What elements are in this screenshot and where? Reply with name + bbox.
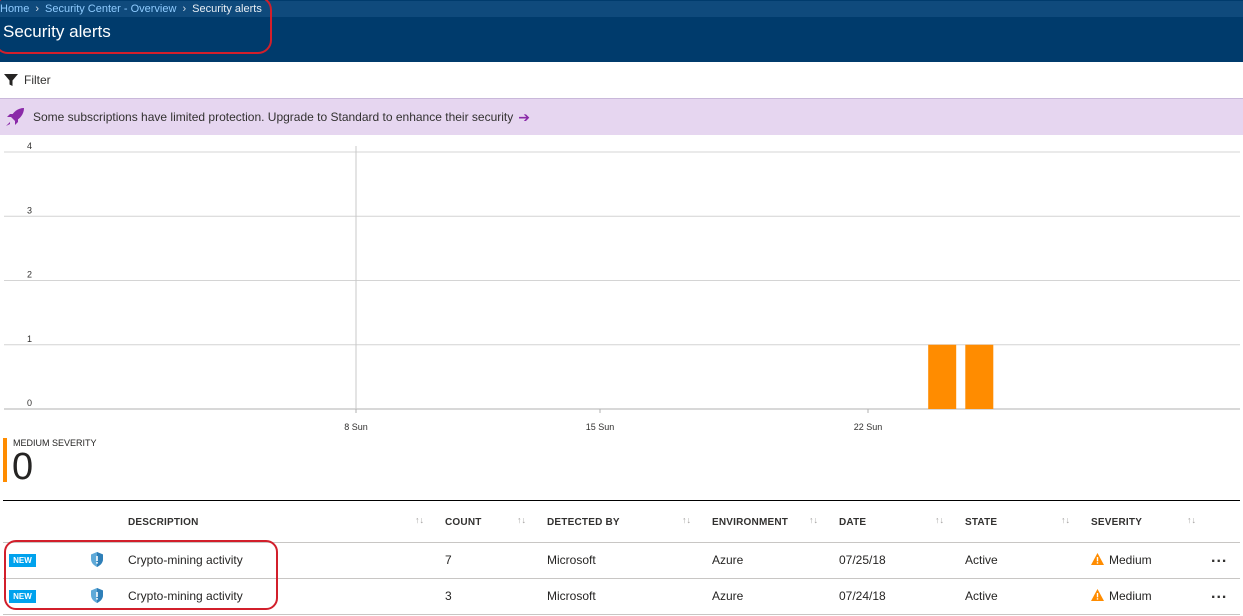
sort-icon[interactable]: ↑↓	[935, 515, 944, 525]
y-tick-label: 3	[27, 205, 32, 215]
table-row[interactable]: NEW Crypto-mining activity 7 Microsoft A…	[3, 543, 1240, 579]
column-header-state[interactable]: STATE	[965, 517, 997, 528]
column-header-detected-by[interactable]: DETECTED BY	[547, 517, 620, 528]
alert-bar[interactable]	[928, 344, 957, 409]
alert-count: 3	[445, 589, 452, 603]
y-tick-label: 4	[27, 141, 32, 151]
column-header-severity[interactable]: SEVERITY	[1091, 517, 1142, 528]
alert-state: Active	[965, 589, 998, 603]
table-row[interactable]: NEW Crypto-mining activity 3 Microsoft A…	[3, 579, 1240, 615]
table-header: DESCRIPTION ↑↓ COUNT ↑↓ DETECTED BY ↑↓ E…	[3, 501, 1240, 543]
rocket-icon	[6, 108, 24, 126]
y-tick-label: 1	[27, 334, 32, 344]
new-badge: NEW	[9, 590, 36, 603]
filter-icon	[4, 74, 18, 86]
alert-severity: Medium	[1109, 589, 1152, 603]
alert-count: 7	[445, 553, 452, 567]
x-tick-label: 8 Sun	[344, 422, 368, 432]
alert-detected-by: Microsoft	[547, 589, 596, 603]
sort-icon[interactable]: ↑↓	[809, 515, 818, 525]
alert-date: 07/25/18	[839, 553, 886, 567]
y-tick-label: 2	[27, 270, 32, 280]
x-tick-label: 15 Sun	[586, 422, 615, 432]
filter-button[interactable]: Filter	[4, 72, 51, 88]
alerts-chart-svg: 0 1 2 3 4 8 Sun 15 Sun 22 Sun	[4, 141, 1240, 432]
alert-description: Crypto-mining activity	[128, 553, 243, 567]
shield-icon	[91, 588, 103, 603]
new-badge: NEW	[9, 554, 36, 567]
alert-state: Active	[965, 553, 998, 567]
warning-icon	[1091, 589, 1104, 601]
sort-icon[interactable]: ↑↓	[1187, 515, 1196, 525]
column-header-date[interactable]: DATE	[839, 517, 866, 528]
warning-icon	[1091, 553, 1104, 565]
alert-date: 07/24/18	[839, 589, 886, 603]
column-header-count[interactable]: COUNT	[445, 517, 482, 528]
sort-icon[interactable]: ↑↓	[1061, 515, 1070, 525]
arrow-right-icon[interactable]: ➔	[518, 109, 530, 126]
alert-detected-by: Microsoft	[547, 553, 596, 567]
alert-bar[interactable]	[965, 344, 994, 409]
y-tick-label: 0	[27, 398, 32, 408]
severity-count: 0	[12, 446, 34, 488]
sort-icon[interactable]: ↑↓	[517, 515, 526, 525]
alert-severity: Medium	[1109, 553, 1152, 567]
alerts-table: DESCRIPTION ↑↓ COUNT ↑↓ DETECTED BY ↑↓ E…	[3, 500, 1240, 615]
more-options-button[interactable]: ...	[1211, 585, 1227, 603]
alert-description: Crypto-mining activity	[128, 589, 243, 603]
alert-environment: Azure	[712, 589, 744, 603]
more-options-button[interactable]: ...	[1211, 549, 1227, 567]
filter-label: Filter	[24, 73, 51, 87]
sort-icon[interactable]: ↑↓	[682, 515, 691, 525]
alert-environment: Azure	[712, 553, 744, 567]
x-tick-label: 22 Sun	[854, 422, 883, 432]
severity-color-bar	[3, 438, 7, 482]
blade-header: Home › Security Center - Overview › Security…	[0, 0, 1243, 62]
column-header-environment[interactable]: ENVIRONMENT	[712, 517, 788, 528]
highlight-annotation	[0, 0, 272, 54]
shield-icon	[91, 552, 103, 567]
banner-message: Some subscriptions have limited protecti…	[33, 110, 514, 124]
column-header-description[interactable]: DESCRIPTION	[128, 517, 199, 528]
alerts-chart: 0 1 2 3 4 8 Sun 15 Sun 22 Sun	[0, 134, 1243, 440]
sort-icon[interactable]: ↑↓	[415, 515, 424, 525]
upgrade-banner[interactable]: Some subscriptions have limited protecti…	[0, 98, 1243, 135]
toolbar: Filter	[0, 62, 1243, 97]
